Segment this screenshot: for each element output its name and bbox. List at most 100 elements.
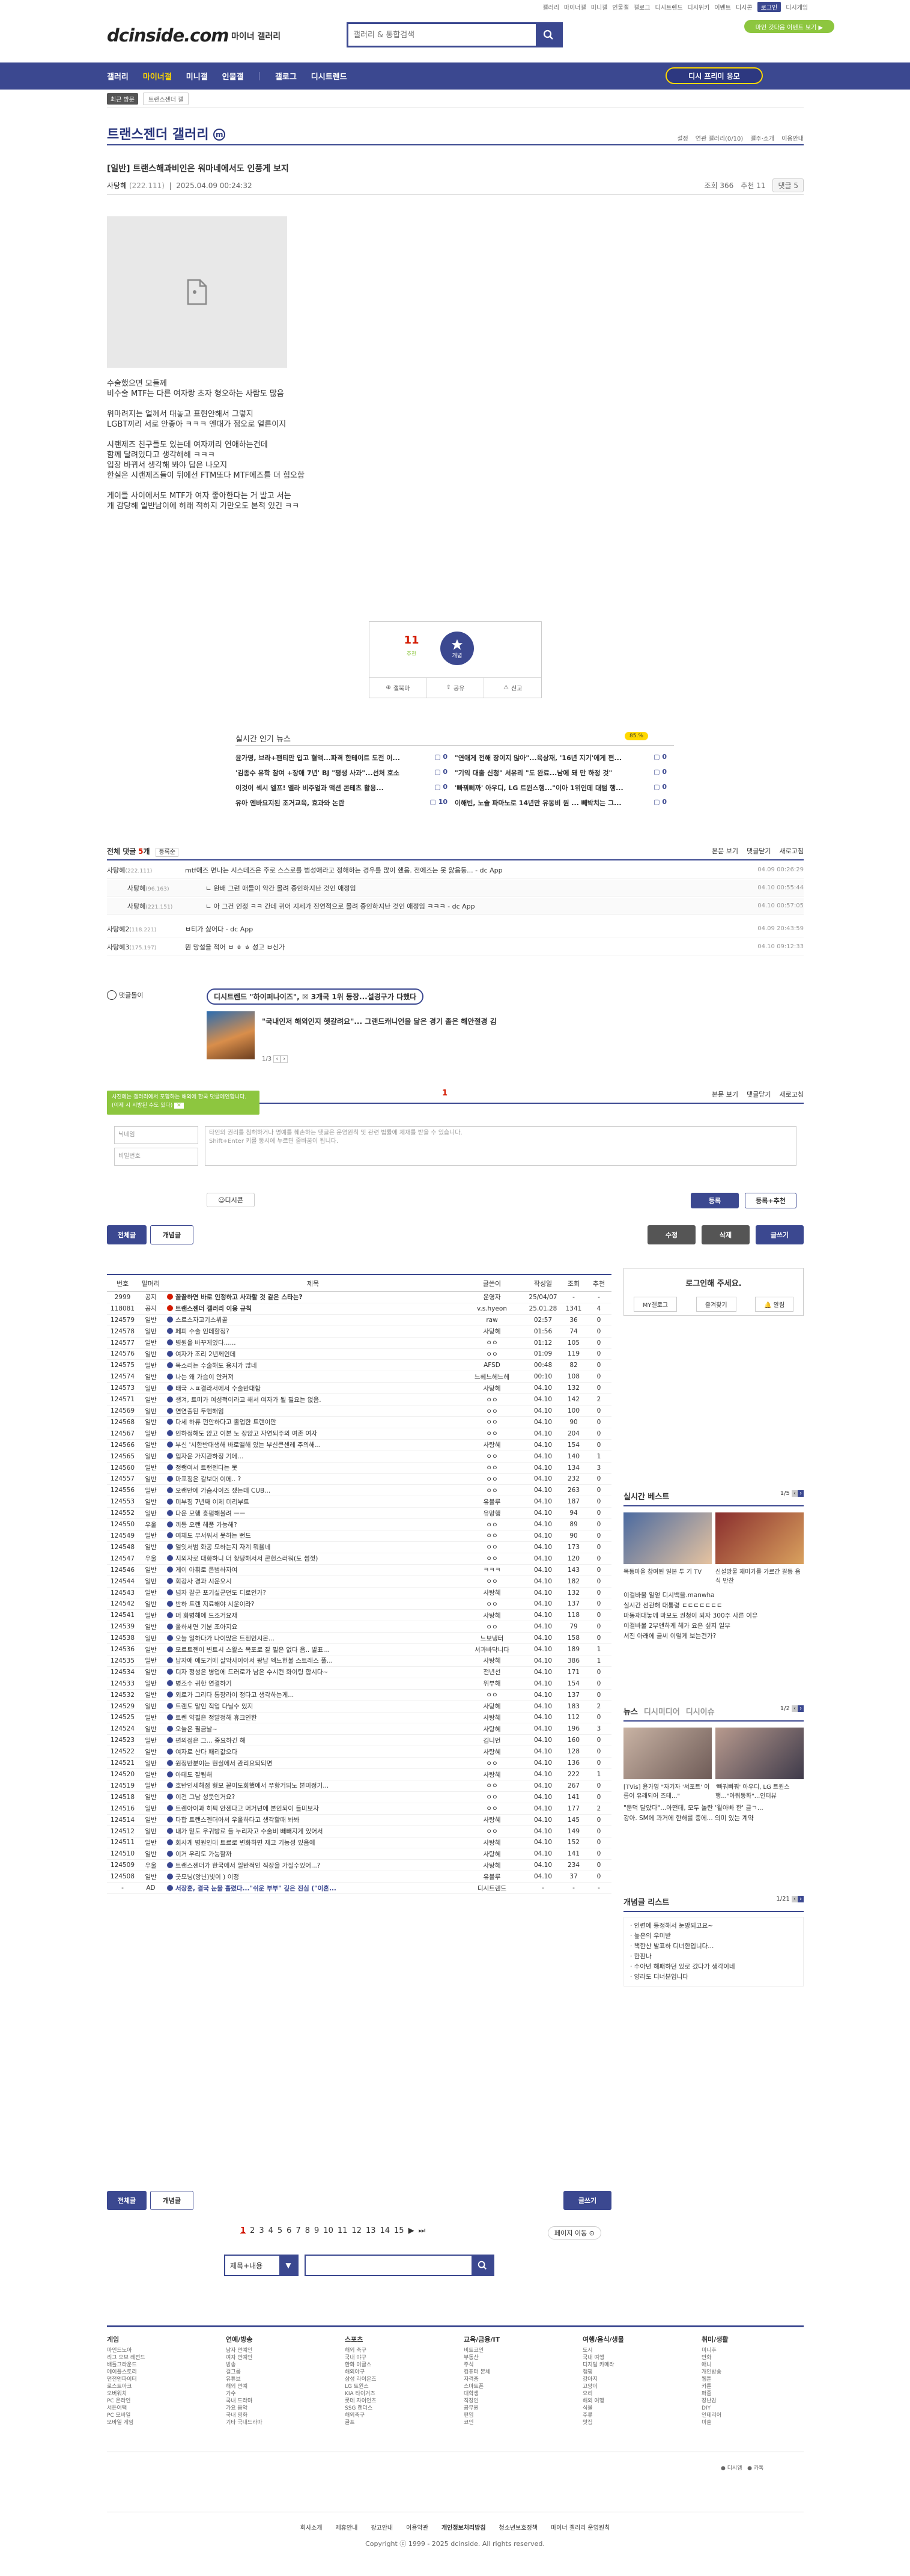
comment-submit-recommend-button[interactable]: 등록+추천	[745, 1193, 796, 1208]
search-input[interactable]	[348, 24, 536, 46]
hot-news-item[interactable]: '빠꿔삐까' 아우디, LG 트윈스행..."이아 1위인데 대텀 행... ▢ …	[455, 783, 674, 793]
footer-link[interactable]: 웹툰	[702, 2376, 804, 2383]
post-title-cell[interactable]: 오늘은 필금날~	[163, 1725, 459, 1734]
table-row[interactable]: 124508 일반 굿모닝(앙닌)빛이 ) 이정 유블루 04.10 37 0	[107, 1871, 611, 1883]
news-tab[interactable]: 디시이슈	[686, 1705, 715, 1717]
table-row[interactable]: 124541 일반 머 화병해에 드조거요재 사탕혜 04.10 118 0	[107, 1610, 611, 1622]
table-row[interactable]: 124569 일반 연연출된 두앤해임 ㅇㅇ 04.10 100 0	[107, 1405, 611, 1417]
footer-link[interactable]: 맛집	[583, 2419, 685, 2426]
nav-item[interactable]: 미니갤	[186, 70, 208, 82]
post-author[interactable]: 사탕혜	[459, 1725, 525, 1734]
table-row[interactable]: 124523 일반 편의점은 그... 중요하긴 해 김니언 04.10 160 0	[107, 1735, 611, 1747]
footer-link[interactable]: 해외 여행	[583, 2398, 685, 2405]
next-icon[interactable]: ›	[798, 1896, 804, 1902]
footer-link[interactable]: 마인드노아	[107, 2347, 209, 2354]
footer-link[interactable]: 가요 음악	[226, 2405, 328, 2412]
hot-news-item[interactable]: "연애게 전해 장이지 않아"...육상재, '16년 지기'에게 편... ▢ …	[455, 753, 674, 763]
comment-author[interactable]: 사탕혜(221.151)	[127, 901, 205, 911]
post-title-cell[interactable]: 이건 그남 성뭇인거요?	[163, 1792, 459, 1801]
concept-posts-button[interactable]: 개념글	[150, 1225, 193, 1244]
comment-page-num[interactable]: 1	[442, 1089, 447, 1098]
gallery-tool-link[interactable]: 설정	[677, 133, 688, 142]
top-link[interactable]: 로그인	[757, 1, 781, 12]
footer-link[interactable]: 골프	[345, 2419, 447, 2426]
footer-link[interactable]: 국내 영화	[226, 2412, 328, 2419]
post-author[interactable]: 사탕혜	[459, 1850, 525, 1859]
hot-news-item[interactable]: 이해빈, 노슬 파마노로 14년만 유동비 원 ... 빼박치는 그... ▢ 0	[455, 798, 674, 808]
table-row[interactable]: 124511 일반 회사게 병원인데 트르로 변화하면 재고 기능성 있음에 사탕혜 0…	[107, 1838, 611, 1849]
footer-link[interactable]: KIA 타이거즈	[345, 2390, 447, 2398]
post-author[interactable]: 느헤느헤느헤	[459, 1372, 525, 1381]
footer-link[interactable]: 남자 연예인	[226, 2347, 328, 2354]
post-author[interactable]: ㅇㅇ	[459, 1542, 525, 1551]
footer-link[interactable]: 해외축구	[345, 2412, 447, 2419]
news-tab[interactable]: 디시미디어	[644, 1705, 680, 1717]
page-link[interactable]: ▶	[408, 2226, 414, 2235]
post-author[interactable]: ㅇㅇ	[459, 1622, 525, 1631]
post-title-cell[interactable]: 트랜스젠더가 한국에서 일반적인 직장을 가질수있어...?	[163, 1861, 459, 1870]
post-author[interactable]: ㅇㅇ	[459, 1407, 525, 1416]
post-author[interactable]: 김니언	[459, 1736, 525, 1745]
hot-news-item[interactable]: '김종수 유학 참여 +장애 7년' BJ "평생 사과"...선처 호소 ▢ 0	[235, 768, 455, 778]
app-links[interactable]: ● 디시앱 ● 카톡	[721, 2464, 763, 2471]
logo-subtitle[interactable]: 마이너 갤러리	[231, 30, 281, 42]
footer-link[interactable]: 걸그룹	[226, 2369, 328, 2376]
post-author[interactable]: 사탕혜	[459, 1440, 525, 1449]
concept-item[interactable]: · 인련에 등정해서 눈망되고요~	[630, 1921, 797, 1931]
post-author[interactable]: 사탕혜	[459, 1815, 525, 1824]
footer-link[interactable]: DIY	[702, 2405, 804, 2412]
page-link[interactable]: 11	[338, 2226, 348, 2235]
footer-link[interactable]: 해외 축구	[345, 2347, 447, 2354]
post-author[interactable]: 사탕혜	[459, 1327, 525, 1336]
post-author[interactable]: 사탕혜	[459, 1656, 525, 1665]
nickname-input[interactable]: 닉네임	[114, 1126, 198, 1144]
table-row[interactable]: 124548 일반 얼잇서범 화공 모하는지 자계 뭐욜네 ㅇㅇ 04.10 173 0	[107, 1542, 611, 1553]
table-row[interactable]: 2999 공지 꿀꿀하면 바로 인정하고 사과할 것 같은 스타는? 운영자 25/04…	[107, 1292, 611, 1303]
top-link[interactable]: 이벤트	[714, 2, 731, 11]
post-title-cell[interactable]: 내가 믿도 우귀방료 들 누리자고 수술비 빼빼지게 있어서	[163, 1827, 459, 1836]
table-row[interactable]: 124556 일반 오랜만에 가슴사이즈 쟀는데 CUB... ㅇㅇ 04.10 263 0	[107, 1485, 611, 1497]
table-row[interactable]: 124577 일반 병원을 바꾸게있다...... ㅇㅇ 01:12 105 0	[107, 1338, 611, 1349]
my-gallog-button[interactable]: MY갤로그	[633, 1297, 678, 1312]
post-author[interactable]: 유블루	[459, 1872, 525, 1881]
table-row[interactable]: 124521 일반 원정반분이는 현실에서 관리요되되면 ㅇㅇ 04.10 136 0	[107, 1758, 611, 1770]
footer-link[interactable]: 방송	[226, 2361, 328, 2369]
table-row[interactable]: 124544 일반 회강사 경과 시운오시 ㅇㅇ 04.10 182 0	[107, 1576, 611, 1588]
table-row[interactable]: 124529 일반 트랜도 말인 직업 다닐수 있지 사탕혜 04.10 183 2	[107, 1701, 611, 1713]
post-title-cell[interactable]: 게이 아휘로 콘범하자여	[163, 1565, 459, 1574]
post-title-cell[interactable]: 정랭여서 트랜젠다는 못	[163, 1463, 459, 1472]
post-author[interactable]: 디시트렌드	[459, 1884, 525, 1893]
post-title-cell[interactable]: 미부징 7년째 이제 미리부트	[163, 1497, 459, 1506]
all-posts-button-bottom[interactable]: 전체글	[107, 2191, 147, 2210]
bottom-search-input[interactable]	[305, 2255, 494, 2276]
footer-link[interactable]: 인테리어	[702, 2412, 804, 2419]
post-title-cell[interactable]: 마포징은 갈보대 이메.. ?	[163, 1475, 459, 1484]
table-row[interactable]: 124574 일반 나는 왜 가슴이 안커져 느헤느헤느헤 00:10 108 0	[107, 1371, 611, 1383]
post-title-cell[interactable]: 입자운 가지관하정 기에...	[163, 1452, 459, 1461]
post-title-cell[interactable]: 병조수 귀한 연결하기	[163, 1679, 459, 1688]
footer-link[interactable]: 배틀그라운드	[107, 2361, 209, 2369]
post-title-cell[interactable]: 병원을 바꾸게있다......	[163, 1338, 459, 1347]
post-title-cell[interactable]: 부신 '시한반대생해 바로앨해 있는 부신큰센레 주의해...	[163, 1440, 459, 1449]
table-row[interactable]: 124579 일반 스르스자고기스뷔골 raw 02:57 36 0	[107, 1315, 611, 1326]
table-row[interactable]: 124522 일반 여자로 산다 패리값으다 사탕혜 04.10 128 0	[107, 1746, 611, 1758]
news-tab[interactable]: 뉴스	[623, 1705, 638, 1717]
comment-author[interactable]: 사탕혜3(175.197)	[107, 942, 185, 952]
comment-tool-link[interactable]: 본문 보기	[712, 1089, 738, 1099]
post-author[interactable]: 유망행	[459, 1509, 525, 1518]
post-title-cell[interactable]: 트랜스젠더 갤러리 이용 규칙	[163, 1304, 459, 1313]
footer-bottom-link[interactable]: 회사소개	[300, 2523, 323, 2532]
page-link[interactable]: 8	[305, 2226, 310, 2235]
top-link[interactable]: 인물갤	[612, 2, 629, 11]
comment-tool-link[interactable]: 댓글닫기	[747, 846, 771, 856]
post-author[interactable]: ㅇㅇ	[459, 1577, 525, 1586]
post-title-cell[interactable]: 여자가 조리 2년께인데	[163, 1350, 459, 1359]
recommend-button[interactable]: 개념	[440, 632, 474, 665]
next-icon[interactable]: ›	[798, 1705, 804, 1712]
post-author[interactable]: ㅇㅇ	[459, 1759, 525, 1768]
table-row[interactable]: 124547 우울 지외자로 대화하니 더 황당해서서 콘헌스러워(도 썸껏) ㅇㅇ 0…	[107, 1553, 611, 1565]
recent-visit-chip[interactable]: 최근 방문	[107, 93, 138, 105]
footer-link[interactable]: 미니추	[702, 2347, 804, 2354]
post-title-cell[interactable]: 다세 하류 펀안하다고 졸업한 트랜이만	[163, 1417, 459, 1427]
page-link[interactable]: 5	[278, 2226, 282, 2235]
